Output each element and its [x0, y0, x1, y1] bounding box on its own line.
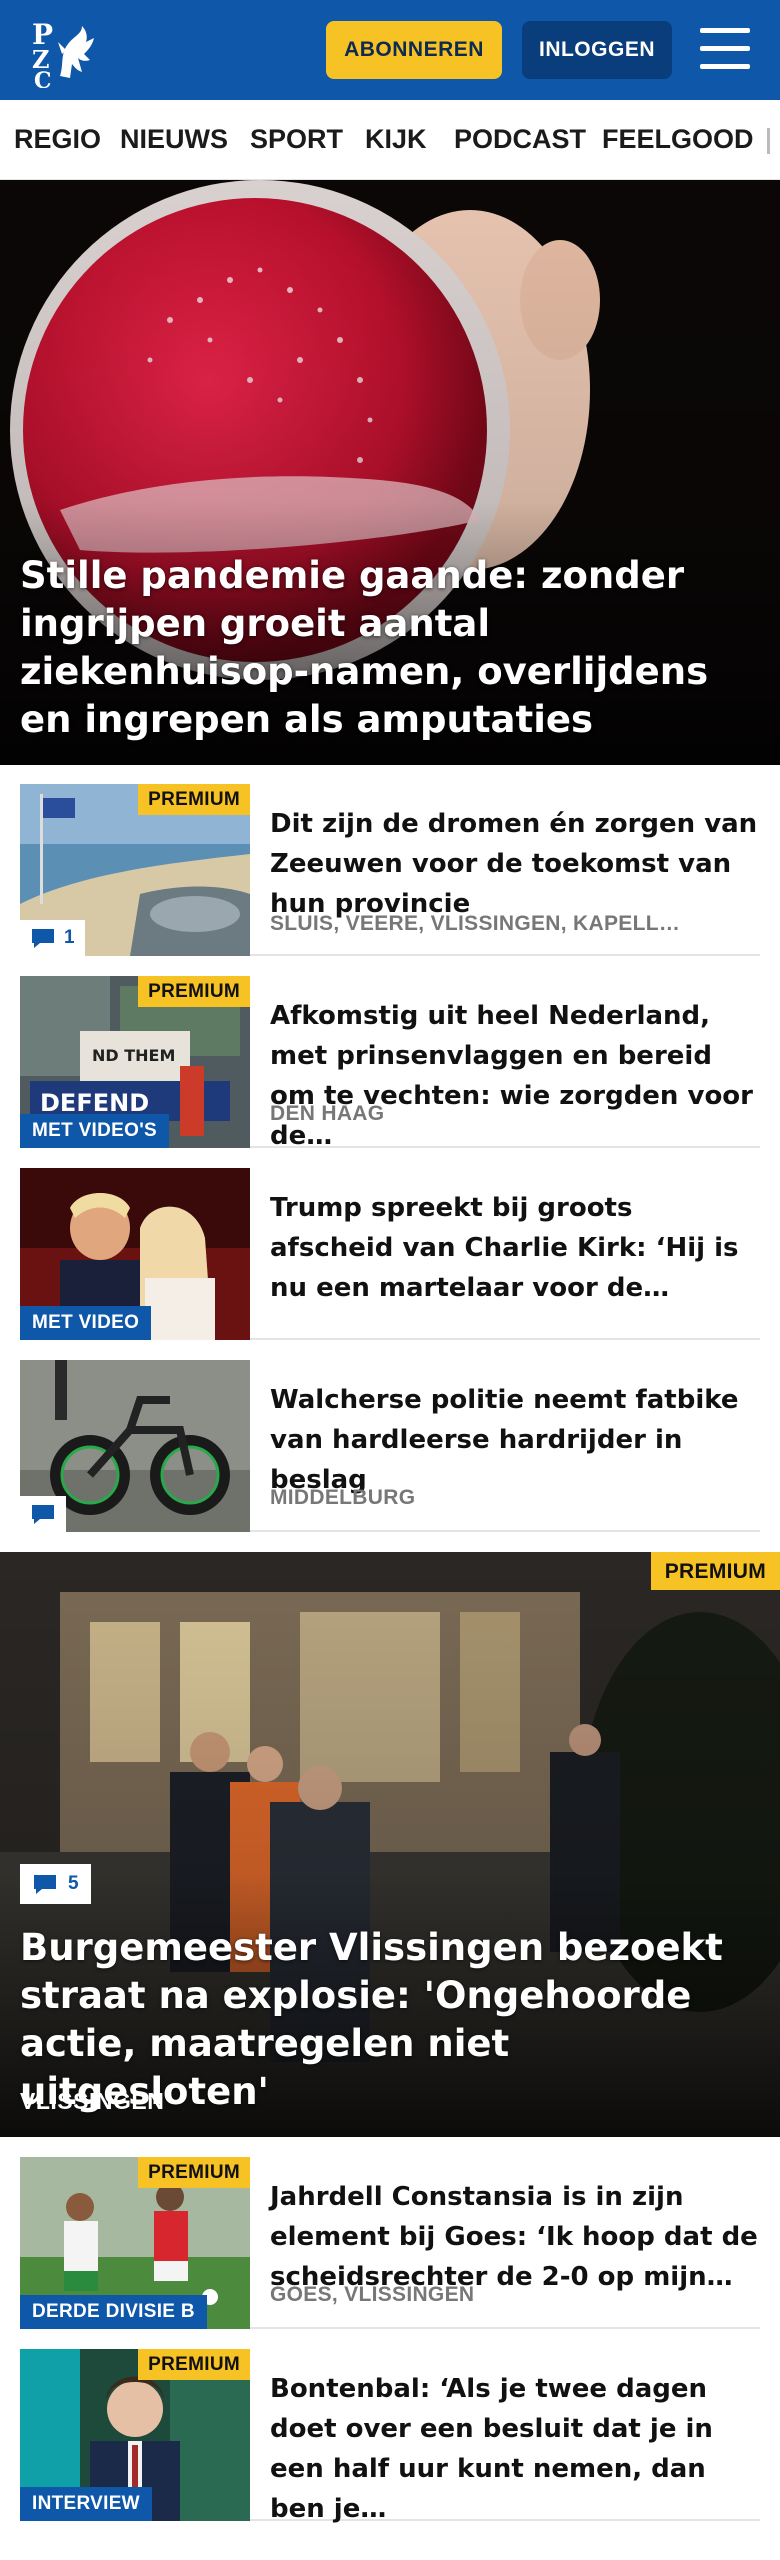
- comment-icon: [32, 929, 54, 948]
- svg-text:ND THEM: ND THEM: [92, 1046, 175, 1065]
- list-item[interactable]: Walcherse politie neemt fatbike van hard…: [20, 1360, 760, 1532]
- premium-badge: PREMIUM: [650, 1552, 780, 1590]
- list-item[interactable]: MET VIDEO Trump spreekt bij groots afsch…: [20, 1168, 760, 1340]
- nav-item-kijk[interactable]: KIJK: [365, 124, 427, 155]
- section-tag: DERDE DIVISIE B: [20, 2295, 207, 2329]
- svg-text:DEFEND: DEFEND: [40, 1089, 149, 1117]
- list-item[interactable]: PREMIUM 1 Dit zijn de dromen én zorgen v…: [20, 784, 760, 956]
- login-button[interactable]: INLOGGEN: [522, 21, 672, 79]
- comment-icon: [34, 1875, 56, 1894]
- article-title[interactable]: Jahrdell Constansia is in zijn element b…: [270, 2177, 760, 2297]
- premium-badge: PREMIUM: [138, 2349, 250, 2380]
- list-item[interactable]: PREMIUM DERDE DIVISIE B Jahrdell Constan…: [20, 2157, 760, 2329]
- article-title[interactable]: Bontenbal: ‘Als je twee dagen doet over …: [270, 2369, 760, 2529]
- article-thumbnail[interactable]: [20, 1360, 250, 1532]
- list-item[interactable]: ND THEM DEFEND PREMIUM MET VIDEO'S Afkom…: [20, 976, 760, 1151]
- hamburger-menu-icon[interactable]: [700, 28, 750, 70]
- comment-icon: [32, 1505, 54, 1524]
- feature-article[interactable]: PREMIUM 5 Burgemeester Vlissingen bezoek…: [0, 1552, 780, 2137]
- list-item[interactable]: PREMIUM INTERVIEW Bontenbal: ‘Als je twe…: [20, 2349, 760, 2524]
- feature-location: VLISSINGEN: [20, 2088, 165, 2114]
- comment-count-value: 5: [68, 1873, 79, 1894]
- video-tag: MET VIDEO: [20, 1306, 152, 1340]
- premium-badge: PREMIUM: [138, 784, 250, 815]
- article-title[interactable]: Trump spreekt bij groots afscheid van Ch…: [270, 1188, 760, 1308]
- video-tag: MET VIDEO'S: [20, 1114, 170, 1148]
- article-location: DEN HAAG: [270, 1102, 385, 1125]
- nav-item-sport[interactable]: SPORT: [250, 124, 343, 155]
- comment-count[interactable]: [20, 1496, 66, 1532]
- article-location: GOES, VLISSINGEN: [270, 2283, 475, 2306]
- article-thumbnail[interactable]: PREMIUM 1: [20, 784, 250, 956]
- article-title[interactable]: Afkomstig uit heel Nederland, met prinse…: [270, 996, 760, 1156]
- nav-item-nieuws[interactable]: NIEUWS: [120, 124, 228, 155]
- section-tag: INTERVIEW: [20, 2487, 152, 2521]
- article-thumbnail[interactable]: PREMIUM INTERVIEW: [20, 2349, 250, 2521]
- comment-count[interactable]: 1: [20, 920, 85, 956]
- svg-text:C: C: [34, 68, 52, 88]
- article-thumbnail[interactable]: ND THEM DEFEND PREMIUM MET VIDEO'S: [20, 976, 250, 1148]
- nav-item-feelgood[interactable]: FEELGOOD: [602, 124, 754, 155]
- comment-count-value: 1: [64, 927, 75, 948]
- nav-divider: [767, 128, 770, 154]
- site-header: P Z C ABONNEREN INLOGGEN: [0, 0, 780, 100]
- article-thumbnail[interactable]: PREMIUM DERDE DIVISIE B: [20, 2157, 250, 2329]
- article-location: SLUIS, VEERE, VLISSINGEN, KAPELL…: [270, 912, 681, 935]
- article-thumbnail[interactable]: MET VIDEO: [20, 1168, 250, 1340]
- pzc-logo-icon[interactable]: P Z C: [30, 14, 110, 88]
- premium-badge: PREMIUM: [138, 976, 250, 1007]
- nav-item-regio[interactable]: REGIO: [14, 124, 101, 155]
- comment-count[interactable]: 5: [20, 1864, 91, 1904]
- nav-item-podcast[interactable]: PODCAST: [454, 124, 586, 155]
- article-location: MIDDELBURG: [270, 1486, 416, 1509]
- article-title[interactable]: Dit zijn de dromen én zorgen van Zeeuwen…: [270, 804, 760, 924]
- hero-title[interactable]: Stille pandemie gaande: zonder ingrijpen…: [20, 552, 760, 744]
- hero-article[interactable]: Stille pandemie gaande: zonder ingrijpen…: [0, 180, 780, 765]
- subscribe-button[interactable]: ABONNEREN: [326, 21, 502, 79]
- premium-badge: PREMIUM: [138, 2157, 250, 2188]
- article-title[interactable]: Walcherse politie neemt fatbike van hard…: [270, 1380, 760, 1500]
- section-nav: REGIO NIEUWS SPORT KIJK PODCAST FEELGOOD: [0, 100, 780, 180]
